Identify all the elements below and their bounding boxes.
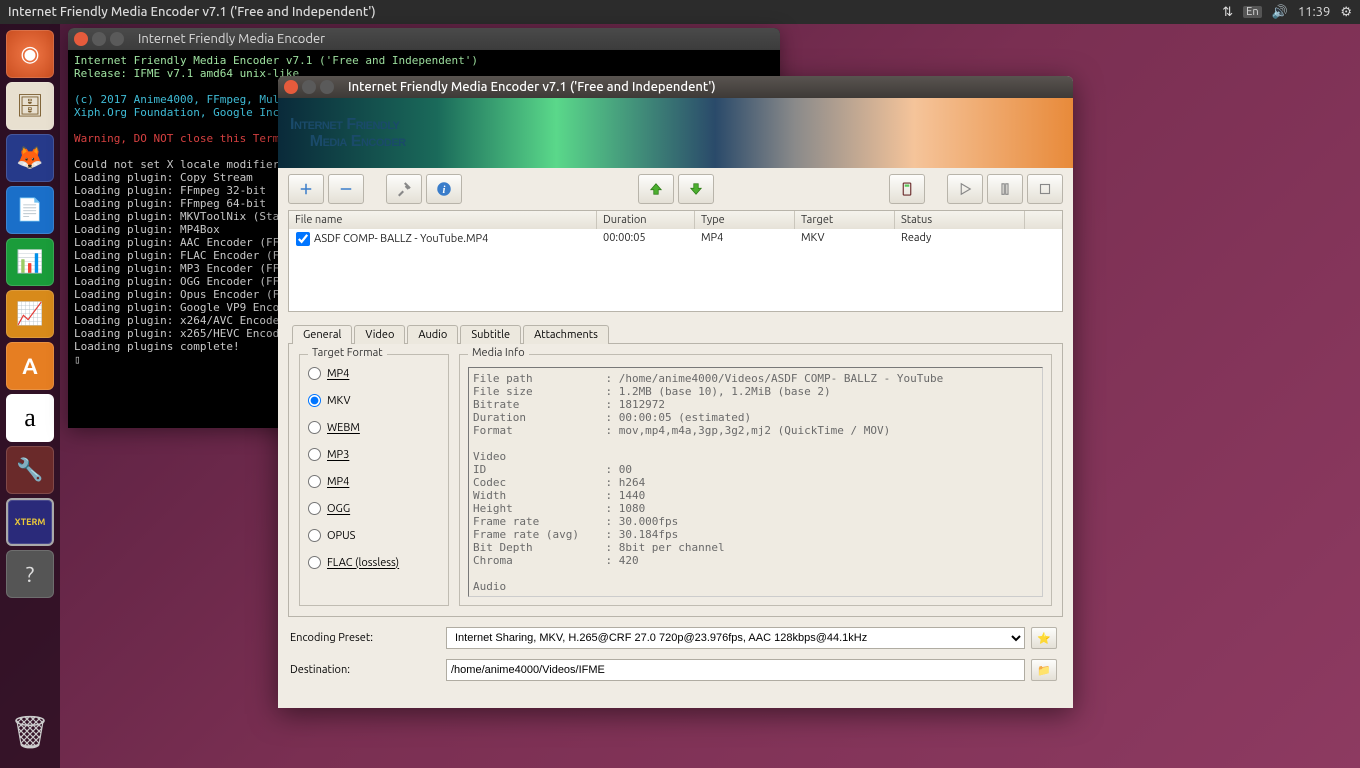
system-tray: ⇅ En 🔊 11:39 ⚙ xyxy=(1222,5,1352,20)
maximize-icon[interactable] xyxy=(320,80,334,94)
ifme-title: Internet Friendly Media Encoder v7.1 ('F… xyxy=(348,80,716,94)
row-checkbox[interactable] xyxy=(295,232,311,246)
col-target[interactable]: Target xyxy=(795,211,895,229)
launcher-firefox-icon[interactable]: 🦊 xyxy=(6,134,54,182)
pause-button[interactable] xyxy=(987,174,1023,204)
tab-panel-general: Target Format MP4 MKV WEBM MP3 MP4 OGG O… xyxy=(288,343,1063,617)
media-info-legend: Media Info xyxy=(468,347,529,359)
launcher-trash-icon[interactable]: 🗑 xyxy=(6,708,54,756)
col-filename[interactable]: File name xyxy=(289,211,597,229)
stop-button[interactable] xyxy=(1027,174,1063,204)
close-icon[interactable] xyxy=(74,32,88,46)
target-format-legend: Target Format xyxy=(308,347,387,359)
col-status[interactable]: Status xyxy=(895,211,1025,229)
radio-ogg[interactable] xyxy=(308,502,321,515)
launcher-xterm-icon[interactable]: XTERM xyxy=(6,498,54,546)
tab-audio[interactable]: Audio xyxy=(407,325,458,344)
ifme-window: Internet Friendly Media Encoder v7.1 ('F… xyxy=(278,76,1073,708)
remove-file-button[interactable] xyxy=(328,174,364,204)
settings-gear-icon[interactable]: ⚙ xyxy=(1340,5,1352,20)
row-status: Ready xyxy=(895,231,1025,247)
clock[interactable]: 11:39 xyxy=(1298,5,1331,19)
radio-mp3[interactable] xyxy=(308,448,321,461)
row-filename: ASDF COMP- BALLZ - YouTube.MP4 xyxy=(314,233,488,245)
preset-select[interactable]: Internet Sharing, MKV, H.265@CRF 27.0 72… xyxy=(446,627,1025,649)
radio-mp4[interactable] xyxy=(308,367,321,380)
launcher-amazon-icon[interactable]: a xyxy=(6,394,54,442)
top-panel: Internet Friendly Media Encoder v7.1 ('F… xyxy=(0,0,1360,24)
col-duration[interactable]: Duration xyxy=(597,211,695,229)
launcher-dash-icon[interactable]: ◉ xyxy=(6,30,54,78)
row-type: MP4 xyxy=(695,231,795,247)
tab-video[interactable]: Video xyxy=(354,325,405,344)
preset-favorite-button[interactable]: ⭐ xyxy=(1031,627,1057,649)
launcher-software-icon[interactable]: A xyxy=(6,342,54,390)
info-button[interactable]: i xyxy=(426,174,462,204)
active-window-title: Internet Friendly Media Encoder v7.1 ('F… xyxy=(8,5,376,19)
unity-launcher: ◉ 🗄 🦊 📄 📊 📈 A a 🔧 XTERM ? 🗑 xyxy=(0,24,60,768)
maximize-icon[interactable] xyxy=(110,32,124,46)
start-button[interactable] xyxy=(947,174,983,204)
minimize-icon[interactable] xyxy=(302,80,316,94)
target-format-group: Target Format MP4 MKV WEBM MP3 MP4 OGG O… xyxy=(299,354,449,606)
ifme-logo: Internet Friendly Media Encoder xyxy=(290,116,406,150)
destination-input[interactable] xyxy=(446,659,1025,681)
svg-text:i: i xyxy=(443,185,446,196)
minimize-icon[interactable] xyxy=(92,32,106,46)
options-button[interactable] xyxy=(386,174,422,204)
radio-mkv[interactable] xyxy=(308,394,321,407)
tab-general[interactable]: General xyxy=(292,325,352,344)
ifme-titlebar[interactable]: Internet Friendly Media Encoder v7.1 ('F… xyxy=(278,76,1073,98)
launcher-help-icon[interactable]: ? xyxy=(6,550,54,598)
destination-label: Destination: xyxy=(290,664,440,676)
move-up-button[interactable] xyxy=(638,174,674,204)
keyboard-lang-indicator[interactable]: En xyxy=(1243,6,1261,18)
radio-webm[interactable] xyxy=(308,421,321,434)
toolbar: i xyxy=(278,168,1073,210)
tab-attachments[interactable]: Attachments xyxy=(523,325,609,344)
add-file-button[interactable] xyxy=(288,174,324,204)
row-target: MKV xyxy=(795,231,895,247)
browse-destination-button[interactable]: 📁 xyxy=(1031,659,1057,681)
network-icon[interactable]: ⇅ xyxy=(1222,5,1233,20)
launcher-impress-icon[interactable]: 📈 xyxy=(6,290,54,338)
launcher-writer-icon[interactable]: 📄 xyxy=(6,186,54,234)
radio-opus[interactable] xyxy=(308,529,321,542)
preset-label: Encoding Preset: xyxy=(290,632,440,644)
launcher-calc-icon[interactable]: 📊 xyxy=(6,238,54,286)
move-down-button[interactable] xyxy=(678,174,714,204)
tab-bar: General Video Audio Subtitle Attachments xyxy=(288,324,1063,343)
radio-flac[interactable] xyxy=(308,556,321,569)
close-icon[interactable] xyxy=(284,80,298,94)
media-info-text[interactable]: File path : /home/anime4000/Videos/ASDF … xyxy=(468,367,1043,597)
ifme-banner: Internet Friendly Media Encoder xyxy=(278,98,1073,168)
row-duration: 00:00:05 xyxy=(597,231,695,247)
terminal-titlebar[interactable]: Internet Friendly Media Encoder xyxy=(68,28,780,50)
terminal-title: Internet Friendly Media Encoder xyxy=(138,32,325,46)
media-info-group: Media Info File path : /home/anime4000/V… xyxy=(459,354,1052,606)
donate-button[interactable] xyxy=(889,174,925,204)
table-row[interactable]: ASDF COMP- BALLZ - YouTube.MP4 00:00:05 … xyxy=(289,229,1062,249)
radio-mp4a[interactable] xyxy=(308,475,321,488)
file-list[interactable]: File name Duration Type Target Status AS… xyxy=(288,210,1063,312)
launcher-settings-icon[interactable]: 🔧 xyxy=(6,446,54,494)
bottom-controls: Encoding Preset: Internet Sharing, MKV, … xyxy=(278,617,1073,693)
volume-icon[interactable]: 🔊 xyxy=(1272,5,1288,20)
tab-subtitle[interactable]: Subtitle xyxy=(460,325,521,344)
col-type[interactable]: Type xyxy=(695,211,795,229)
launcher-files-icon[interactable]: 🗄 xyxy=(6,82,54,130)
file-list-header: File name Duration Type Target Status xyxy=(289,211,1062,229)
